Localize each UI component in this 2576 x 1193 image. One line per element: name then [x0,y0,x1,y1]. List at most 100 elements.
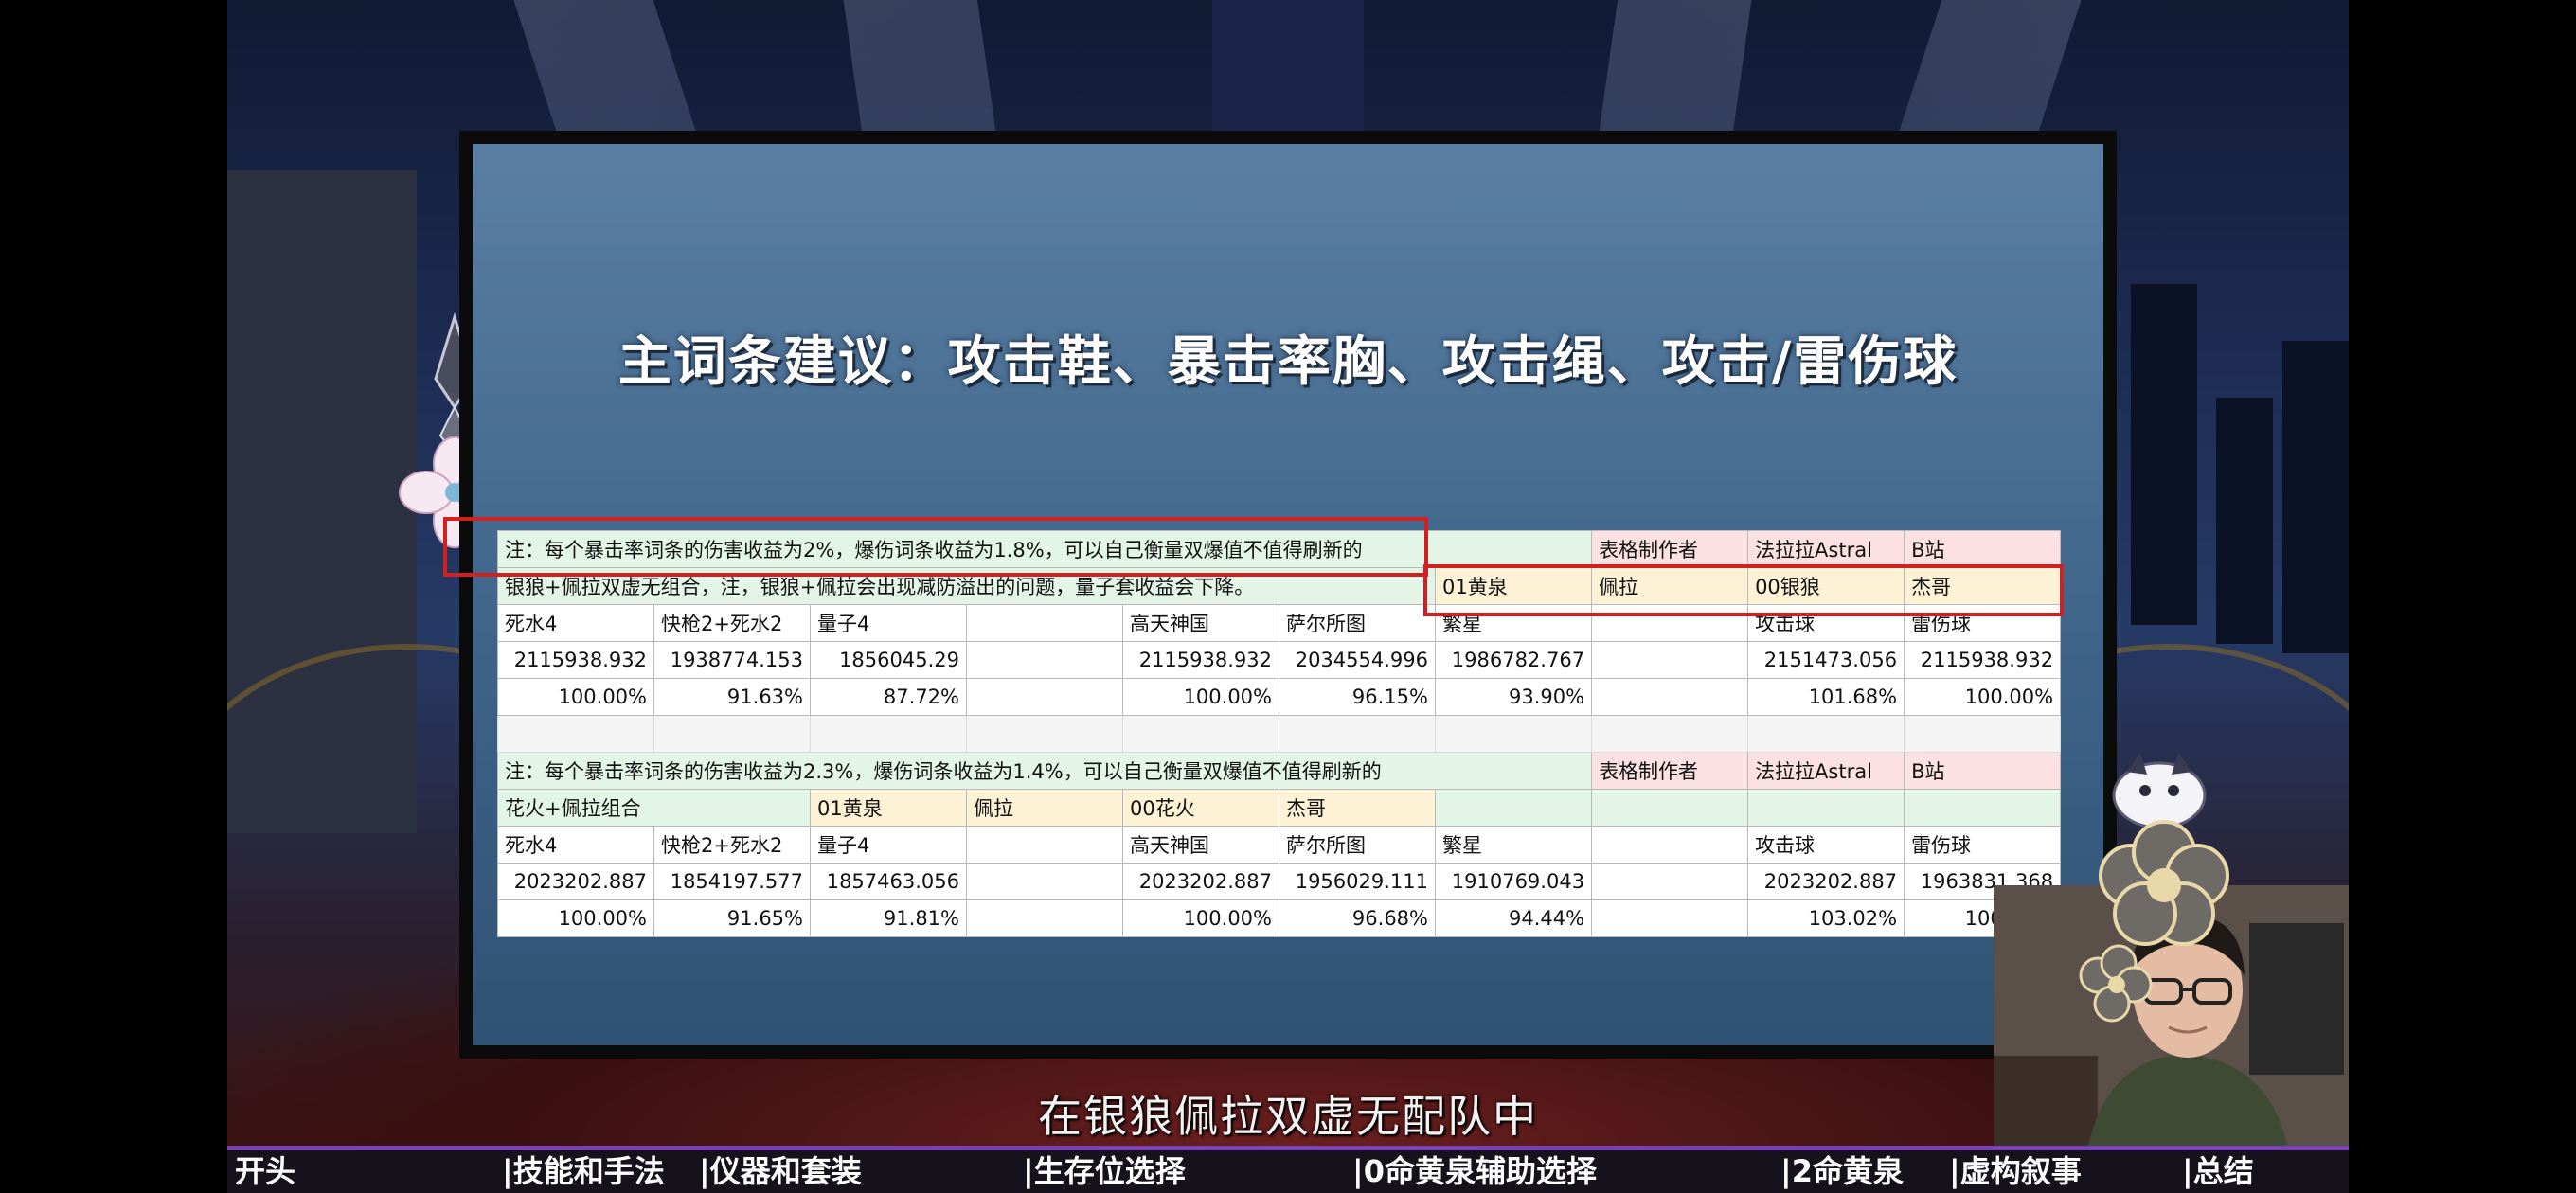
table-cell: 2023202.887 [497,863,654,900]
table-cell [1591,789,1749,827]
table2-damage-row: 2023202.887 1854197.577 1857463.056 2023… [497,863,2062,900]
table-cell [966,899,1123,937]
table-cell: 死水4 [497,826,654,864]
chapter-e2[interactable]: |2命黄泉 [1780,1150,1904,1193]
table-cell: 91.65% [653,899,811,937]
table2-sets-row: 死水4 快枪2+死水2 量子4 高天神国 萨尔所图 繁星 攻击球 雷伤球 [497,826,2062,864]
slide-title: 主词条建议：攻击鞋、暴击率胸、攻击绳、攻击/雷伤球 [617,331,1959,393]
table1-team-label: 银狼+佩拉双虚无组合，注，银狼+佩拉会出现减防溢出的问题，量子套收益会下降。 [497,567,1436,605]
table2-team-member: 杰哥 [1279,789,1436,827]
table-cell: 1986782.767 [1434,641,1593,679]
table-cell: 91.81% [810,899,967,937]
table-cell [1591,826,1749,864]
table2-ratio-row: 100.00% 91.65% 91.81% 100.00% 96.68% 94.… [497,899,2062,937]
table1-platform: B站 [1904,530,2062,568]
table-cell: 1856045.29 [810,641,967,679]
chapter-progress-bar[interactable]: 开头 |技能和手法 |仪器和套装 |生存位选择 |0命黄泉辅助选择 |2命黄泉 … [227,1146,2349,1193]
chapter-summary[interactable]: |总结 [2182,1150,2254,1193]
table-cell [1591,899,1749,937]
table-cell: 高天神国 [1122,826,1279,864]
table-cell: 100.00% [1122,899,1279,937]
table1-note: 注：每个暴击率词条的伤害收益为2%，爆伤词条收益为1.8%，可以自己衡量双爆值不… [496,530,1593,568]
table-cell: 雷伤球 [1904,604,2062,642]
video-subtitle: 在银狼佩拉双虚无配队中 [1038,1091,1538,1142]
table-cell: 1854197.577 [653,863,811,900]
table-cell: 1910769.043 [1434,863,1593,900]
table-cell [966,826,1123,864]
table1-team-row: 银狼+佩拉双虚无组合，注，银狼+佩拉会出现减防溢出的问题，量子套收益会下降。 0… [497,567,2062,605]
chapter-intro[interactable]: 开头 [235,1150,295,1193]
table-spacer-row [497,715,2062,753]
table2-maker-label: 表格制作者 [1591,752,1749,790]
table1-maker-label: 表格制作者 [1591,530,1749,568]
table-cell [966,678,1123,716]
table-cell: 100.00% [1122,678,1279,716]
table-cell: 100.00% [497,899,654,937]
table-cell: 91.63% [653,678,811,716]
table-cell: 量子4 [810,826,967,864]
chapter-skills[interactable]: |技能和手法 [502,1150,665,1193]
letterbox-right [2349,0,2576,1193]
table-cell: 快枪2+死水2 [653,826,811,864]
flower-ornament-icon [2079,820,2229,1023]
table-cell [1591,863,1749,900]
table-cell: 96.15% [1279,678,1436,716]
table-cell: 攻击球 [1747,826,1905,864]
table1-team-member: 01黄泉 [1434,567,1593,605]
table2-team-label: 花火+佩拉组合 [497,789,811,827]
table1-damage-row: 2115938.932 1938774.153 1856045.29 21159… [497,641,2062,679]
table1-team-member: 佩拉 [1591,567,1749,605]
table-cell: 1857463.056 [810,863,967,900]
table-cell [1904,789,2062,827]
chapter-lightcone-relics[interactable]: |仪器和套装 [699,1150,862,1193]
table1-sets-row: 死水4 快枪2+死水2 量子4 高天神国 萨尔所图 繁星 攻击球 雷伤球 [497,604,2062,642]
chapter-e0-support[interactable]: |0命黄泉辅助选择 [1352,1150,1597,1193]
table-cell: 死水4 [497,604,654,642]
chapter-sustain[interactable]: |生存位选择 [1023,1150,1186,1193]
table-cell: 1938774.153 [653,641,811,679]
table-cell: 萨尔所图 [1279,604,1436,642]
table2-team-member: 佩拉 [966,789,1123,827]
table1-team-member: 00银狼 [1747,567,1905,605]
table1-maker-name: 法拉拉Astral [1747,530,1905,568]
table2-platform: B站 [1904,752,2062,790]
table-cell: 2115938.932 [497,641,654,679]
table-cell: 2034554.996 [1279,641,1436,679]
table-cell [1591,604,1749,642]
table-cell: 繁星 [1434,826,1593,864]
table-cell: 萨尔所图 [1279,826,1436,864]
table-cell: 100.00% [1904,678,2062,716]
table-cell: 2023202.887 [1122,863,1279,900]
table2-maker-name: 法拉拉Astral [1747,752,1905,790]
table-cell: 2115938.932 [1122,641,1279,679]
table-cell [1591,641,1749,679]
relic-damage-table: 注：每个暴击率词条的伤害收益为2%，爆伤词条收益为1.8%，可以自己衡量双爆值不… [496,530,2062,937]
table-cell: 高天神国 [1122,604,1279,642]
table1-note-row: 注：每个暴击率词条的伤害收益为2%，爆伤词条收益为1.8%，可以自己衡量双爆值不… [496,530,2062,568]
table-cell: 量子4 [810,604,967,642]
table-cell [966,863,1123,900]
table-cell [966,604,1123,642]
table-cell: 93.90% [1434,678,1593,716]
table-cell: 雷伤球 [1904,826,2062,864]
table-cell [1747,789,1905,827]
table-cell: 96.68% [1279,899,1436,937]
table2-team-member: 00花火 [1122,789,1279,827]
table1-team-member: 杰哥 [1904,567,2062,605]
table2-note: 注：每个暴击率词条的伤害收益为2.3%，爆伤词条收益为1.4%，可以自己衡量双爆… [496,752,1593,790]
table-cell: 1956029.111 [1279,863,1436,900]
table1-ratio-row: 100.00% 91.63% 87.72% 100.00% 96.15% 93.… [497,678,2062,716]
table-cell: 2023202.887 [1747,863,1905,900]
table-cell [1591,678,1749,716]
table-cell: 快枪2+死水2 [653,604,811,642]
table-cell: 2115938.932 [1904,641,2062,679]
chapter-pure-fiction[interactable]: |虚构叙事 [1949,1150,2082,1193]
table-cell: 103.02% [1747,899,1905,937]
table-cell [1434,789,1593,827]
letterbox-left [0,0,227,1193]
table2-team-member: 01黄泉 [810,789,967,827]
table2-team-row: 花火+佩拉组合 01黄泉 佩拉 00花火 杰哥 [497,789,2062,827]
table-cell: 94.44% [1434,899,1593,937]
table-cell: 87.72% [810,678,967,716]
table-cell: 101.68% [1747,678,1905,716]
